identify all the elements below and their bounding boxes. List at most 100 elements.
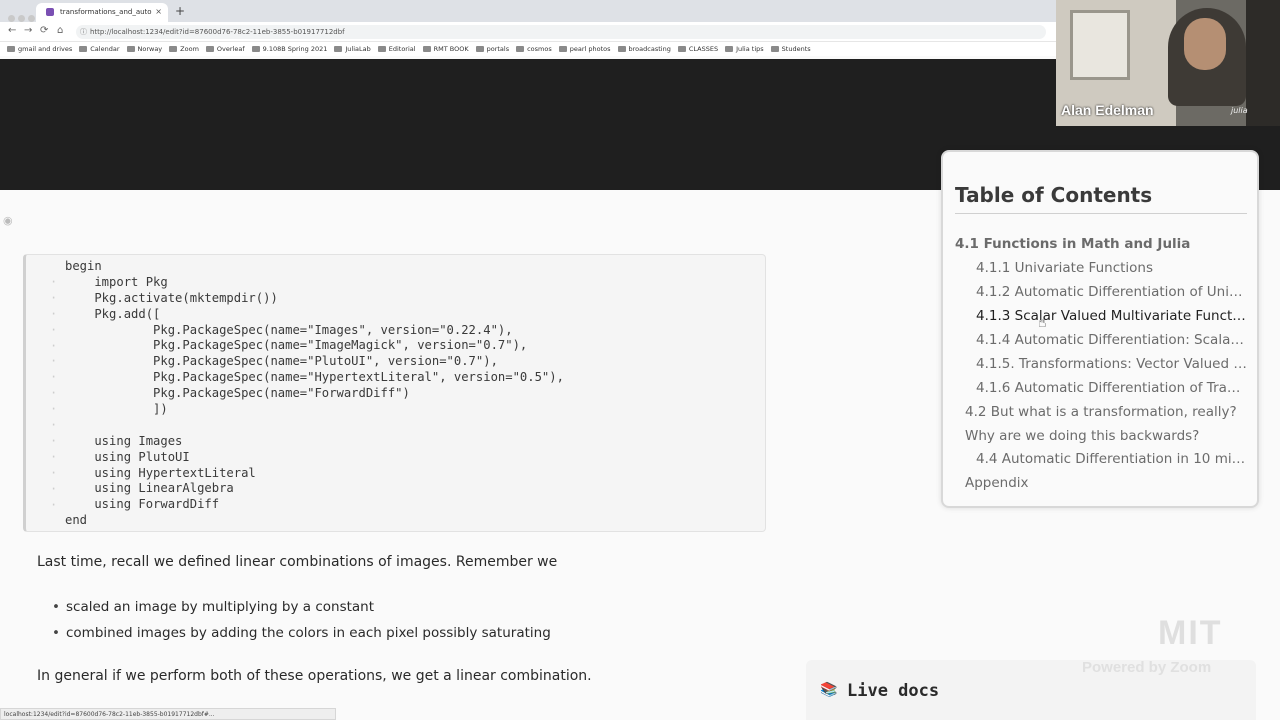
bookmark-item[interactable]: Julia tips (725, 42, 764, 53)
books-icon: 📚 (820, 682, 838, 698)
list-item: scaled an image by multiplying by a cons… (52, 599, 374, 615)
folder-icon (377, 46, 386, 52)
close-tab-icon[interactable]: × (155, 7, 162, 16)
hide-code-eye-icon[interactable]: ◉ (3, 214, 13, 227)
code-line: Pkg.PackageSpec(name="PlutoUI", version=… (65, 354, 498, 369)
bookmark-label: Overleaf (216, 45, 245, 53)
bookmark-item[interactable]: Calendar (79, 42, 120, 53)
code-line: Pkg.PackageSpec(name="ForwardDiff") (65, 386, 410, 401)
pluto-favicon-icon (46, 8, 54, 16)
live-docs-label: Live docs (847, 681, 940, 701)
code-line: using HypertextLiteral (65, 465, 256, 480)
code-line: ]) (65, 402, 168, 417)
folder-icon (516, 46, 525, 52)
tab-title: transformations_and_auto (60, 8, 152, 16)
folder-icon (422, 46, 431, 52)
conclusion-paragraph: In general if we perform both of these o… (37, 668, 592, 684)
code-line: using PlutoUI (65, 449, 190, 464)
code-line: end (65, 513, 88, 528)
bookmark-item[interactable]: JuliaLab (334, 42, 371, 53)
code-line: using Images (65, 433, 183, 448)
address-bar[interactable]: ⓘ http://localhost:1234/edit?id=87600d76… (76, 25, 1046, 39)
bookmark-label: cosmos (527, 45, 552, 53)
folder-icon (558, 46, 567, 52)
folder-icon (7, 46, 15, 52)
toc-item[interactable]: 4.4 Automatic Differentiation in 10 minu… (976, 451, 1248, 467)
bookmark-item[interactable]: gmail and drives (7, 42, 72, 53)
folder-icon (770, 46, 779, 52)
bookmark-item[interactable]: RMT BOOK (422, 42, 469, 53)
bookmark-item[interactable]: cosmos (516, 42, 552, 53)
bookmark-label: CLASSES (688, 45, 719, 53)
bookmark-item[interactable]: portals (475, 42, 509, 53)
bookmark-item[interactable]: Zoom (169, 42, 199, 53)
bookmark-label: broadcasting (628, 45, 671, 53)
new-tab-icon[interactable]: + (175, 4, 185, 18)
code-cell[interactable]: · · · · · · · · · · · · · · · begin impo… (23, 254, 766, 532)
bookmark-label: Students (781, 45, 811, 53)
webcam-video: Alan Edelman julia (1056, 0, 1280, 126)
code-line: Pkg.add([ (65, 306, 161, 321)
toc-item[interactable]: 4.1.6 Automatic Differentiation of Trans… (976, 380, 1248, 396)
bookmark-item[interactable]: Students (770, 42, 811, 53)
folder-icon (677, 46, 686, 52)
screen: transformations_and_auto × + ← → ⟳ ⌂ ⓘ h… (0, 0, 1280, 720)
forward-icon[interactable]: → (24, 25, 32, 36)
bookmarks-bar: gmail and drives Calendar Norway Zoom Overle… (0, 42, 1056, 56)
bookmark-label: Editorial (388, 45, 416, 53)
code-line: begin (65, 259, 102, 273)
toc-item[interactable]: 4.1.3 Scalar Valued Multivariate Functio… (976, 308, 1248, 324)
code-line: Pkg.activate(mktempdir()) (65, 290, 278, 305)
home-icon[interactable]: ⌂ (57, 25, 63, 36)
toc-item[interactable]: 4.1.4 Automatic Differentiation: Scalar … (976, 332, 1248, 348)
bookmark-item[interactable]: Overleaf (205, 42, 245, 53)
bookmark-label: Calendar (90, 45, 120, 53)
bookmark-item[interactable]: Norway (126, 42, 162, 53)
julia-logo: julia (1231, 106, 1248, 115)
toc-item[interactable]: 4.1.2 Automatic Differentiation of Univa… (976, 284, 1248, 300)
mit-watermark: MIT (1158, 614, 1223, 652)
reload-icon[interactable]: ⟳ (40, 25, 48, 36)
toc-item[interactable]: 4.1 Functions in Math and Julia (955, 236, 1251, 252)
folder-icon (169, 46, 178, 52)
bookmark-item[interactable]: broadcasting (617, 42, 671, 53)
folder-icon (79, 46, 88, 52)
folder-icon (725, 46, 734, 52)
toc-item[interactable]: 4.1.5. Transformations: Vector Valued Mu… (976, 356, 1248, 372)
table-of-contents: Table of Contents 4.1 Functions in Math … (941, 150, 1259, 508)
bookmark-label: RMT BOOK (433, 45, 469, 53)
intro-paragraph: Last time, recall we defined linear comb… (37, 554, 558, 570)
bookmark-item[interactable]: 9.108B Spring 2021 (251, 42, 327, 53)
bookmark-label: JuliaLab (345, 45, 371, 53)
bookmark-label: gmail and drives (18, 45, 73, 53)
folder-icon (126, 46, 135, 52)
browser-tab[interactable]: transformations_and_auto × (36, 3, 168, 22)
zoom-watermark: Powered by Zoom (1082, 659, 1212, 676)
browser-tab-strip: transformations_and_auto × + (0, 0, 1056, 22)
code-line: using ForwardDiff (65, 497, 220, 512)
status-bar-url: localhost:1234/edit?id=87600d76-78c2-11e… (0, 708, 336, 720)
toc-item[interactable]: 4.2 But what is a transformation, really… (965, 404, 1245, 420)
info-icon[interactable]: ⓘ (80, 27, 87, 37)
address-url: http://localhost:1234/edit?id=87600d76-7… (90, 28, 345, 36)
hand-cursor-icon: ☝ (1038, 315, 1047, 331)
bookmark-label: pearl photos (569, 45, 611, 53)
code-line: Pkg.PackageSpec(name="HypertextLiteral",… (65, 370, 564, 385)
code-editor[interactable]: begin import Pkg Pkg.activate(mktempdir(… (65, 259, 564, 529)
bookmark-label: Julia tips (736, 45, 764, 53)
bookmark-item[interactable]: pearl photos (558, 42, 611, 53)
folder-icon (205, 46, 214, 52)
bookmark-label: Zoom (180, 45, 199, 53)
code-line: Pkg.PackageSpec(name="ImageMagick", vers… (65, 338, 528, 353)
toc-item[interactable]: Appendix (965, 475, 1245, 491)
toc-title: Table of Contents (955, 183, 1153, 207)
bookmark-item[interactable]: Editorial (377, 42, 416, 53)
toc-item[interactable]: 4.1.1 Univariate Functions (976, 260, 1248, 276)
bookmark-item[interactable]: CLASSES (677, 42, 719, 53)
back-icon[interactable]: ← (8, 25, 16, 36)
folder-icon (334, 46, 343, 52)
folder-icon (617, 46, 626, 52)
list-item: combined images by adding the colors in … (52, 625, 551, 641)
toc-item[interactable]: Why are we doing this backwards? (965, 428, 1245, 444)
